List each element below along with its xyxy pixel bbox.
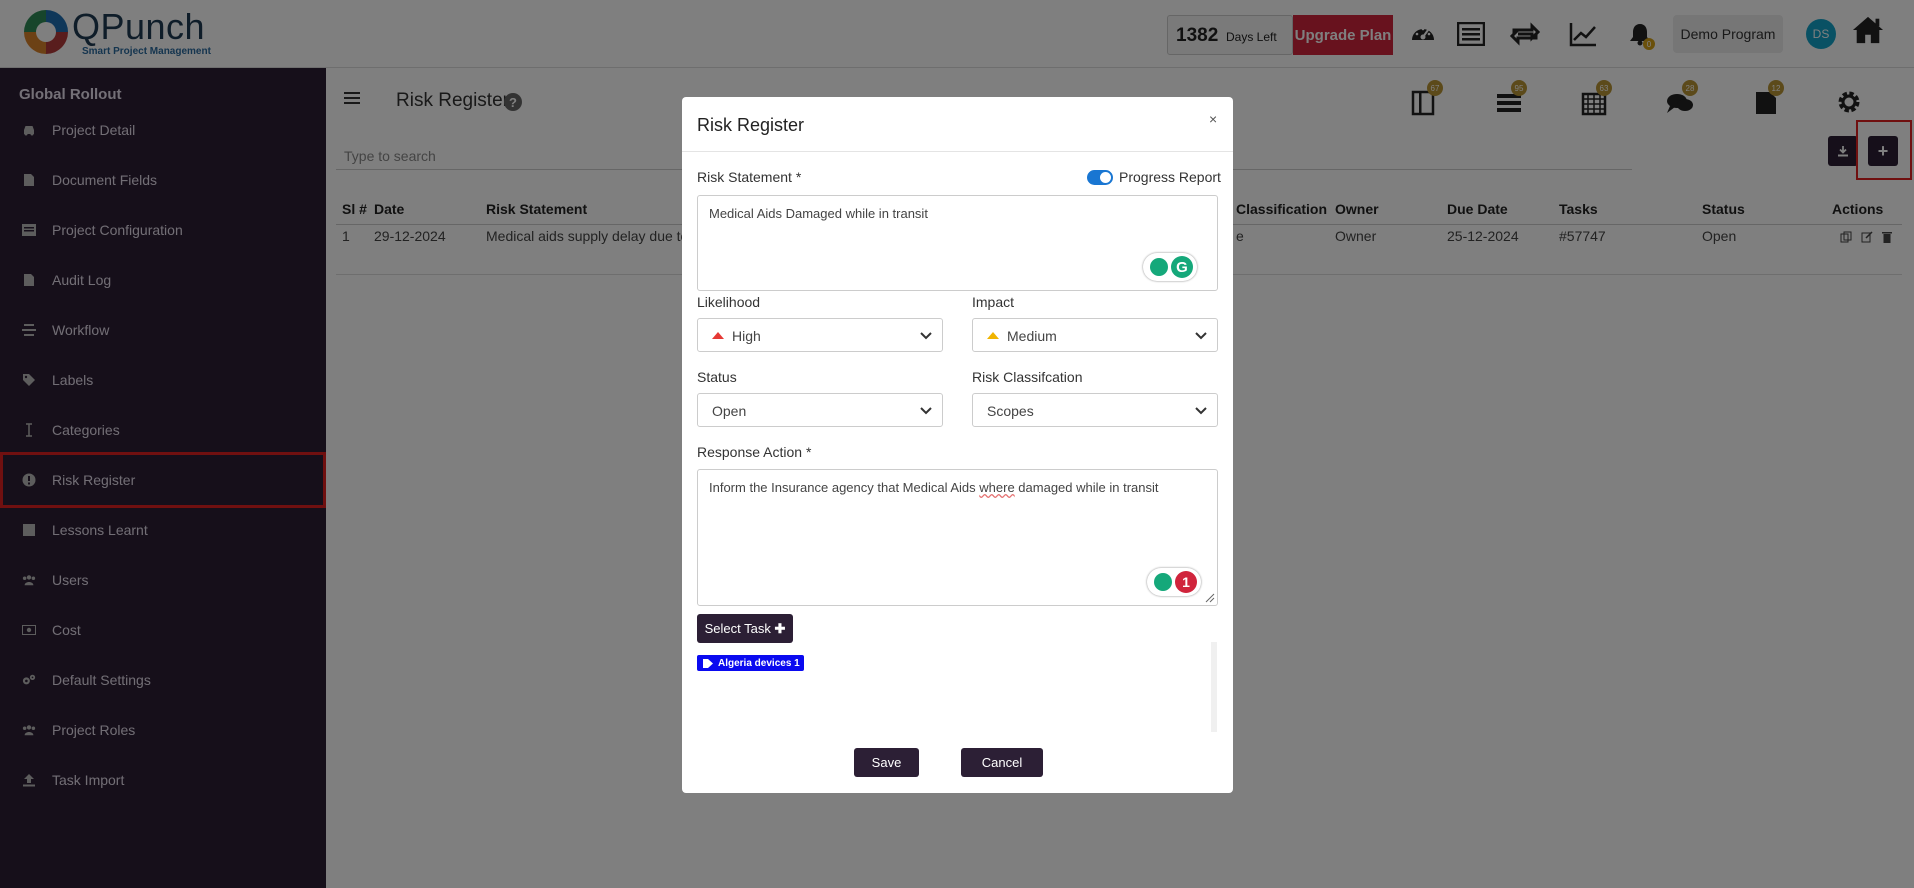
- grammarly-icon: G: [1171, 256, 1193, 278]
- likelihood-label: Likelihood: [697, 294, 761, 310]
- task-list-scrollbar[interactable]: [1211, 642, 1217, 732]
- task-chip-label: Algeria devices 1: [718, 657, 800, 669]
- grammarly-widget[interactable]: 1: [1147, 568, 1201, 596]
- impact-value: Medium: [1007, 328, 1057, 344]
- progress-report-label: Progress Report: [1119, 169, 1221, 185]
- grammarly-count: 1: [1175, 571, 1197, 593]
- risk-statement-label: Risk Statement *: [697, 169, 802, 185]
- classification-label: Risk Classifcation: [972, 369, 1083, 385]
- task-chip[interactable]: Algeria devices 1: [697, 655, 804, 671]
- lightbulb-icon: [1150, 258, 1168, 276]
- impact-select[interactable]: Medium: [972, 318, 1218, 352]
- chevron-down-icon: [920, 332, 932, 340]
- tag-icon: [703, 658, 713, 668]
- classification-value: Scopes: [987, 403, 1034, 419]
- modal-title: Risk Register: [697, 115, 805, 135]
- close-icon[interactable]: ×: [1209, 111, 1217, 127]
- status-value: Open: [712, 403, 747, 419]
- risk-statement-textarea[interactable]: Medical Aids Damaged while in transit G: [697, 195, 1218, 291]
- risk-statement-value: Medical Aids Damaged while in transit: [709, 206, 928, 221]
- cancel-button[interactable]: Cancel: [961, 748, 1043, 777]
- modal-header-divider: [682, 151, 1233, 152]
- high-triangle-icon: [712, 332, 724, 339]
- chevron-down-icon: [1195, 332, 1207, 340]
- spelling-flag: where: [979, 480, 1015, 495]
- risk-register-modal: Risk Register × Risk Statement * Progres…: [682, 97, 1233, 793]
- likelihood-value: High: [732, 328, 761, 344]
- response-action-value: Inform the Insurance agency that Medical…: [709, 480, 1159, 495]
- grammarly-widget[interactable]: G: [1143, 253, 1197, 281]
- select-task-button[interactable]: Select Task ✚: [697, 614, 793, 643]
- response-action-label: Response Action *: [697, 444, 812, 460]
- status-select[interactable]: Open: [697, 393, 943, 427]
- chevron-down-icon: [1195, 407, 1207, 415]
- response-action-textarea[interactable]: Inform the Insurance agency that Medical…: [697, 469, 1218, 606]
- classification-select[interactable]: Scopes: [972, 393, 1218, 427]
- chevron-down-icon: [920, 407, 932, 415]
- medium-triangle-icon: [987, 332, 999, 339]
- resize-handle-icon[interactable]: [1205, 593, 1215, 603]
- progress-report-toggle[interactable]: [1087, 170, 1113, 185]
- save-button[interactable]: Save: [854, 748, 919, 777]
- likelihood-select[interactable]: High: [697, 318, 943, 352]
- status-label: Status: [697, 369, 737, 385]
- lightbulb-icon: [1154, 573, 1172, 591]
- impact-label: Impact: [972, 294, 1015, 310]
